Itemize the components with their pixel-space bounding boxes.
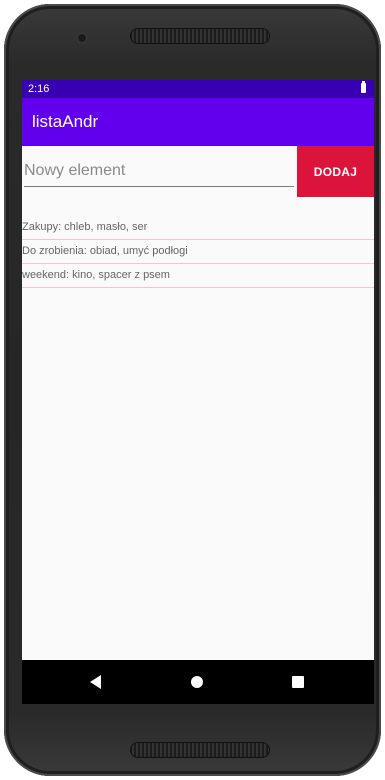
home-icon[interactable] <box>191 676 203 688</box>
bottom-speaker <box>130 742 270 758</box>
app-bar: listaAndr <box>22 98 374 146</box>
battery-icon <box>361 81 366 93</box>
input-row: DODAJ <box>22 146 374 198</box>
add-button[interactable]: DODAJ <box>297 146 374 197</box>
earpiece-speaker <box>130 28 270 44</box>
back-icon[interactable] <box>90 675 101 689</box>
item-list: Zakupy: chleb, masło, ser Do zrobienia: … <box>22 216 374 288</box>
list-item[interactable]: Do zrobienia: obiad, umyć podłogi <box>22 240 374 264</box>
list-item[interactable]: Zakupy: chleb, masło, ser <box>22 216 374 240</box>
front-camera <box>78 34 86 42</box>
navigation-bar <box>22 660 374 704</box>
app-title: listaAndr <box>32 112 99 131</box>
recents-icon[interactable] <box>292 676 304 688</box>
screen: 2:16 listaAndr DODAJ Zakupy: chleb, masł… <box>22 80 374 704</box>
status-time: 2:16 <box>28 83 50 95</box>
status-bar: 2:16 <box>22 80 374 98</box>
new-element-input[interactable] <box>24 156 294 187</box>
list-item[interactable]: weekend: kino, spacer z psem <box>22 264 374 288</box>
